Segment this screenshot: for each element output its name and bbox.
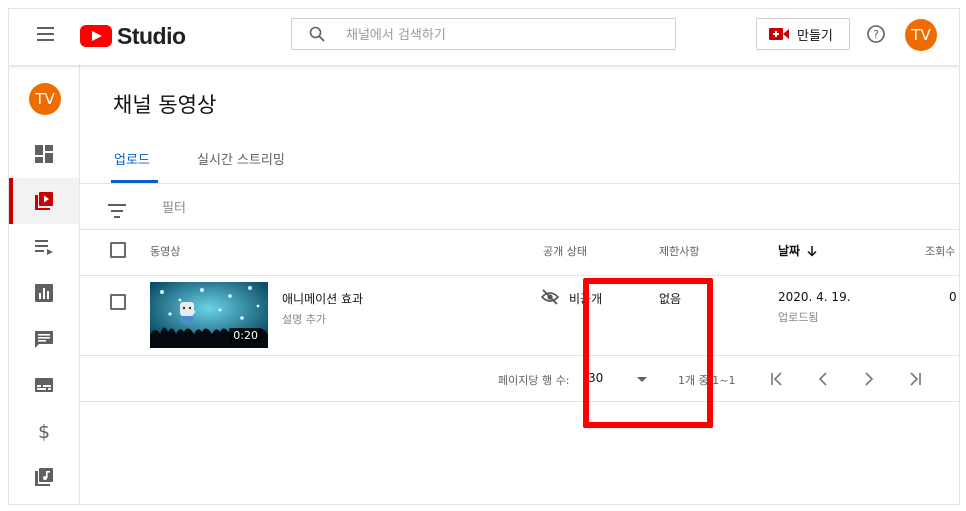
column-header-views[interactable]: 조회수 <box>925 243 955 259</box>
divider <box>80 229 959 230</box>
search-input[interactable] <box>344 23 668 47</box>
menu-icon[interactable] <box>37 27 54 41</box>
search-box[interactable] <box>291 18 676 50</box>
analytics-icon <box>35 284 53 302</box>
audio-library-icon <box>35 468 53 486</box>
next-page-icon[interactable] <box>860 370 878 388</box>
help-icon[interactable]: ? <box>867 25 885 43</box>
first-page-icon[interactable] <box>768 370 786 388</box>
column-header-date-label: 날짜 <box>778 244 801 258</box>
sort-down-arrow-icon[interactable] <box>806 245 818 257</box>
previous-page-icon[interactable] <box>814 370 832 388</box>
highlight-annotation <box>583 278 713 428</box>
video-duration: 0:20 <box>229 328 262 343</box>
video-title[interactable]: 애니메이션 효과 <box>282 290 363 307</box>
avatar-text: TV <box>911 26 931 44</box>
sidebar-item-monetization[interactable]: $ <box>9 408 79 454</box>
column-header-visibility[interactable]: 공개 상태 <box>543 243 587 259</box>
studio-logo[interactable]: Studio <box>80 22 186 50</box>
page-title: 채널 동영상 <box>113 93 217 117</box>
channel-avatar[interactable]: TV <box>29 83 61 115</box>
studio-window: Studio 만들기 ? TV TV <box>8 8 960 505</box>
divider <box>80 355 959 356</box>
sidebar-item-subtitles[interactable] <box>9 362 79 408</box>
sidebar-item-analytics[interactable] <box>9 270 79 316</box>
sidebar-item-audio-library[interactable] <box>9 454 79 500</box>
video-thumbnail[interactable]: 0:20 <box>150 282 268 348</box>
tab-uploads[interactable]: 업로드 <box>114 149 150 168</box>
channel-avatar-text: TV <box>35 90 55 108</box>
sidebar: TV $ <box>9 65 80 504</box>
top-bar: Studio 만들기 ? TV <box>9 9 959 65</box>
youtube-logo-icon <box>80 25 112 47</box>
main-content: 채널 동영상 업로드 실시간 스트리밍 필터 동영상 공개 상태 제한사항 날짜… <box>80 65 959 504</box>
svg-text:?: ? <box>873 28 879 41</box>
create-button[interactable]: 만들기 <box>756 18 850 50</box>
sidebar-item-comments[interactable] <box>9 316 79 362</box>
sidebar-item-playlists[interactable] <box>9 224 79 270</box>
monetization-icon: $ <box>38 421 50 441</box>
subtitles-icon <box>35 378 53 392</box>
date-status: 업로드됨 <box>778 311 819 324</box>
row-checkbox[interactable] <box>110 294 126 310</box>
divider <box>80 183 959 184</box>
logo-text: Studio <box>117 22 186 49</box>
eye-off-icon[interactable] <box>541 288 559 306</box>
sidebar-item-dashboard[interactable] <box>9 131 79 177</box>
rows-per-page-label: 페이지당 행 수: <box>498 374 570 387</box>
column-header-video[interactable]: 동영상 <box>150 243 180 259</box>
video-camera-icon <box>769 28 789 40</box>
column-header-date[interactable]: 날짜 <box>778 242 818 259</box>
comments-icon <box>35 331 53 348</box>
svg-text:$: $ <box>38 421 50 441</box>
date-value: 2020. 4. 19. <box>778 290 851 304</box>
dashboard-icon <box>35 145 53 163</box>
last-page-icon[interactable] <box>906 370 924 388</box>
search-icon <box>309 26 325 42</box>
videos-icon <box>35 192 53 210</box>
create-button-label: 만들기 <box>797 28 833 44</box>
playlists-icon <box>35 240 53 255</box>
video-description[interactable]: 설명 추가 <box>282 311 326 327</box>
filter-icon[interactable] <box>108 204 126 218</box>
select-all-checkbox[interactable] <box>110 242 126 258</box>
sidebar-item-videos[interactable] <box>9 178 79 224</box>
tab-live-streaming[interactable]: 실시간 스트리밍 <box>197 149 285 168</box>
divider <box>80 401 959 402</box>
divider <box>80 275 959 276</box>
views-value: 0 <box>949 290 957 304</box>
filter-input[interactable]: 필터 <box>162 197 186 216</box>
column-header-restrictions[interactable]: 제한사항 <box>659 243 699 259</box>
account-avatar[interactable]: TV <box>905 19 937 51</box>
